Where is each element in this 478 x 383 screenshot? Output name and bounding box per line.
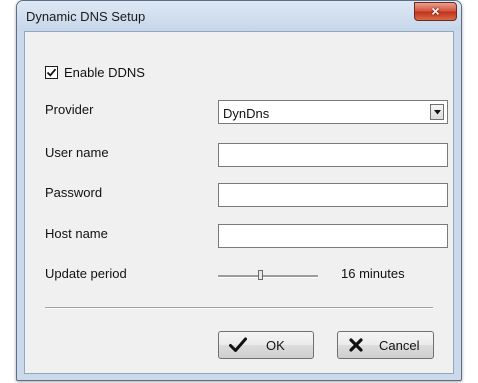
update-period-label: Update period: [45, 266, 127, 281]
update-period-slider[interactable]: [218, 269, 318, 283]
title-bar[interactable]: Dynamic DNS Setup ×: [17, 1, 461, 31]
ok-button[interactable]: OK: [218, 331, 314, 359]
dialog-window: Dynamic DNS Setup × Enable DDNS Provider…: [16, 0, 462, 381]
provider-selected-value: DynDns: [223, 106, 270, 121]
x-icon: [349, 338, 363, 352]
checkmark-icon: [229, 337, 247, 352]
enable-ddns-label: Enable DDNS: [64, 65, 145, 80]
host-name-input[interactable]: [218, 224, 448, 248]
ok-button-label: OK: [266, 338, 285, 353]
window-title: Dynamic DNS Setup: [26, 9, 146, 24]
slider-thumb[interactable]: [258, 270, 263, 280]
enable-ddns-checkbox[interactable]: [45, 66, 58, 79]
checkmark-icon: [46, 68, 57, 77]
cancel-button[interactable]: Cancel: [337, 331, 434, 359]
update-period-value: 16 minutes: [341, 266, 405, 281]
user-name-input[interactable]: [218, 143, 448, 167]
close-icon: ×: [431, 3, 440, 19]
dialog-body: Enable DDNS Provider DynDns User name Pa…: [24, 31, 454, 374]
password-input[interactable]: [218, 183, 448, 207]
chevron-down-icon: [434, 110, 441, 115]
provider-label: Provider: [45, 102, 94, 117]
user-name-label: User name: [45, 145, 109, 160]
dropdown-button[interactable]: [430, 104, 444, 120]
cancel-button-label: Cancel: [379, 338, 420, 353]
divider: [45, 307, 433, 309]
close-button[interactable]: ×: [414, 2, 457, 21]
host-name-label: Host name: [45, 226, 108, 241]
provider-select[interactable]: DynDns: [218, 100, 448, 124]
slider-track[interactable]: [218, 275, 318, 278]
password-label: Password: [45, 185, 103, 200]
